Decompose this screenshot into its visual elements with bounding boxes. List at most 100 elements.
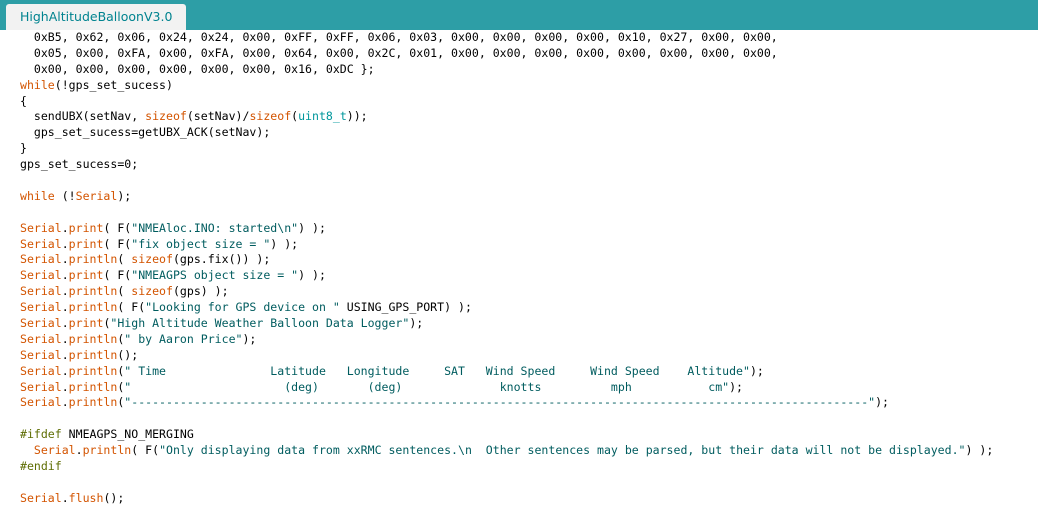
keyword-token: print	[68, 236, 104, 251]
keyword-token: Serial	[20, 300, 62, 315]
keyword-token: Serial	[20, 284, 62, 299]
text-token: (	[117, 252, 132, 267]
text-token: ( F(	[103, 236, 132, 251]
text-token: ) );	[965, 443, 994, 458]
text-token: gps_set_sucess=getUBX_ACK(setNav);	[20, 125, 271, 140]
text-token: NMEAGPS_NO_MERGING	[61, 427, 194, 442]
text-token: ();	[103, 490, 125, 505]
keyword-token: println	[68, 347, 118, 362]
text-token: ));	[346, 109, 368, 124]
text-token: (!	[54, 188, 76, 203]
keyword-token: Serial	[20, 252, 62, 267]
string-token: " by Aaron Price"	[124, 331, 243, 346]
keyword-token: sizeof	[131, 284, 173, 299]
text-token: .	[61, 252, 69, 267]
string-token: "Only displaying data from xxRMC sentenc…	[159, 443, 966, 458]
code-line: Serial.print( F("NMEAGPS object size = "…	[20, 268, 1038, 284]
code-text[interactable]: 0xB5, 0x62, 0x06, 0x24, 0x24, 0x00, 0xFF…	[0, 30, 1038, 507]
code-line: Serial.println(" (deg) (deg) knotts mph …	[20, 380, 1038, 396]
text-token: USING_GPS_PORT) );	[339, 300, 472, 315]
code-line: Serial.print("High Altitude Weather Ball…	[20, 316, 1038, 332]
keyword-token: Serial	[20, 363, 62, 378]
code-line: while (!Serial);	[20, 189, 1038, 205]
keyword-token: Serial	[33, 443, 76, 458]
keyword-token: println	[68, 379, 118, 394]
code-line: sendUBX(setNav, sizeof(setNav)/sizeof(ui…	[20, 109, 1038, 125]
text-token: (setNav)/	[186, 109, 250, 124]
string-token: "NMEAGPS object size = "	[131, 268, 299, 283]
keyword-token: while	[20, 77, 55, 92]
text-token: ) );	[298, 268, 326, 283]
keyword-token: print	[68, 316, 104, 331]
string-token: " (deg) (deg) knotts mph cm"	[124, 379, 730, 394]
keyword-token: sizeof	[249, 109, 292, 124]
preprocessor-token: #ifdef	[20, 427, 62, 442]
keyword-token: Serial	[20, 379, 62, 394]
code-line: Serial.println(" by Aaron Price");	[20, 332, 1038, 348]
text-token: (!gps_set_sucess)	[54, 77, 173, 92]
text-token: ) );	[270, 236, 299, 251]
text-token: 0x05, 0x00, 0xFA, 0x00, 0xFA, 0x00, 0x64…	[20, 45, 778, 60]
code-editor[interactable]: 0xB5, 0x62, 0x06, 0x24, 0x24, 0x00, 0xFF…	[0, 30, 1038, 521]
text-token: .	[61, 331, 69, 346]
text-token: ( F(	[103, 268, 132, 283]
text-token: .	[61, 236, 69, 251]
keyword-token: Serial	[75, 188, 118, 203]
string-token: "High Altitude Weather Balloon Data Logg…	[110, 316, 410, 331]
text-token: (gps) );	[172, 284, 229, 299]
code-line: Serial.println( F("Looking for GPS devic…	[20, 300, 1038, 316]
text-token: );	[242, 331, 257, 346]
text-token: gps_set_sucess=0;	[20, 157, 139, 172]
text-token: .	[61, 284, 69, 299]
text-token: .	[61, 379, 69, 394]
keyword-token: print	[68, 268, 104, 283]
string-token: "NMEAloc.INO: started\n"	[131, 220, 299, 235]
text-token: );	[117, 188, 132, 203]
keyword-token: Serial	[20, 316, 62, 331]
text-token: ( F(	[131, 443, 160, 458]
code-line: 0x05, 0x00, 0xFA, 0x00, 0xFA, 0x00, 0x64…	[20, 46, 1038, 62]
code-line: }	[20, 141, 1038, 157]
type-token: uint8_t	[298, 109, 347, 124]
keyword-token: Serial	[20, 490, 62, 505]
text-token: (	[117, 284, 132, 299]
string-token: "fix object size = "	[131, 236, 271, 251]
code-line: Serial.println();	[20, 348, 1038, 364]
code-line: #endif	[20, 459, 1038, 475]
keyword-token: println	[82, 443, 132, 458]
text-token: );	[749, 363, 764, 378]
keyword-token: sizeof	[145, 109, 187, 124]
keyword-token: Serial	[20, 347, 62, 362]
tab-sketch[interactable]: HighAltitudeBalloonV3.0	[6, 4, 187, 30]
keyword-token: Serial	[20, 395, 62, 410]
keyword-token: println	[68, 395, 118, 410]
code-line: gps_set_sucess=0;	[20, 157, 1038, 173]
code-line: while(!gps_set_sucess)	[20, 78, 1038, 94]
string-token: " Time Latitude Longitude SAT Wind Speed…	[124, 363, 750, 378]
keyword-token: Serial	[20, 236, 62, 251]
text-token: .	[61, 268, 69, 283]
text-token: );	[875, 395, 889, 410]
code-line: {	[20, 94, 1038, 110]
text-token: ) );	[298, 220, 326, 235]
text-token: );	[409, 316, 424, 331]
keyword-token: while	[20, 188, 55, 203]
text-token: {	[20, 93, 27, 108]
text-token: .	[61, 395, 69, 410]
code-line: 0xB5, 0x62, 0x06, 0x24, 0x24, 0x00, 0xFF…	[20, 30, 1038, 46]
preprocessor-token: #endif	[20, 459, 62, 474]
text-token: .	[61, 490, 69, 505]
text-token: }	[20, 141, 27, 156]
keyword-token: Serial	[20, 268, 62, 283]
code-line: Serial.println("------------------------…	[20, 395, 1038, 411]
code-line: #ifdef NMEAGPS_NO_MERGING	[20, 427, 1038, 443]
text-token: sendUBX(setNav,	[20, 109, 146, 124]
text-token: );	[729, 379, 744, 394]
code-line: Serial.println( sizeof(gps.fix()) );	[20, 252, 1038, 268]
code-line: Serial.print( F("NMEAloc.INO: started\n"…	[20, 221, 1038, 237]
text-token: .	[61, 316, 69, 331]
